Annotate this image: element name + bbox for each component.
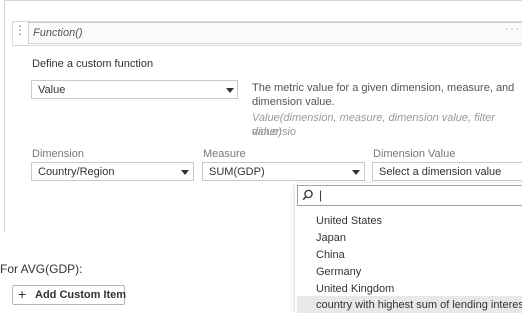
section-title: Define a custom function <box>32 58 154 70</box>
dropdown-option[interactable]: China <box>316 249 345 261</box>
add-custom-item-label: Add Custom Item <box>35 289 127 301</box>
panel-top-border <box>4 0 522 1</box>
for-measure-label: For AVG(GDP): <box>0 262 83 276</box>
dropdown-option-highlighted[interactable]: country with highest sum of lending inte… <box>316 299 522 311</box>
chevron-down-icon[interactable] <box>181 170 189 175</box>
panel-left-border <box>4 0 5 232</box>
dropdown-option[interactable]: United Kingdom <box>316 283 394 295</box>
dimension-label: Dimension <box>32 148 84 160</box>
measure-select-value: SUM(GDP) <box>209 166 265 178</box>
dropdown-option[interactable]: United States <box>316 215 382 227</box>
dimension-value-label: Dimension Value <box>373 148 456 160</box>
ellipsis-icon[interactable]: ··· <box>505 21 520 35</box>
function-description-line1: The metric value for a given dimension, … <box>252 82 515 94</box>
dimension-select-value: Country/Region <box>38 166 115 178</box>
chevron-down-icon[interactable] <box>352 170 360 175</box>
plus-icon: + <box>18 286 27 302</box>
function-syntax-line2: value) <box>252 126 282 138</box>
chevron-down-icon[interactable] <box>226 88 234 93</box>
measure-label: Measure <box>203 148 246 160</box>
function-syntax-line1: Value(dimension, measure, dimension valu… <box>252 112 495 138</box>
dropdown-option[interactable]: Japan <box>316 232 346 244</box>
dimension-value-placeholder: Select a dimension value <box>379 166 502 178</box>
dropdown-option[interactable]: Germany <box>316 266 361 278</box>
function-description-line2: dimension value. <box>252 96 335 108</box>
function-input[interactable] <box>28 22 522 44</box>
search-icon <box>302 189 313 201</box>
dropdown-search-input[interactable] <box>297 185 522 206</box>
function-select-value: Value <box>38 84 66 96</box>
search-cursor: | <box>319 188 323 202</box>
function-input-value: Function() <box>33 27 83 39</box>
